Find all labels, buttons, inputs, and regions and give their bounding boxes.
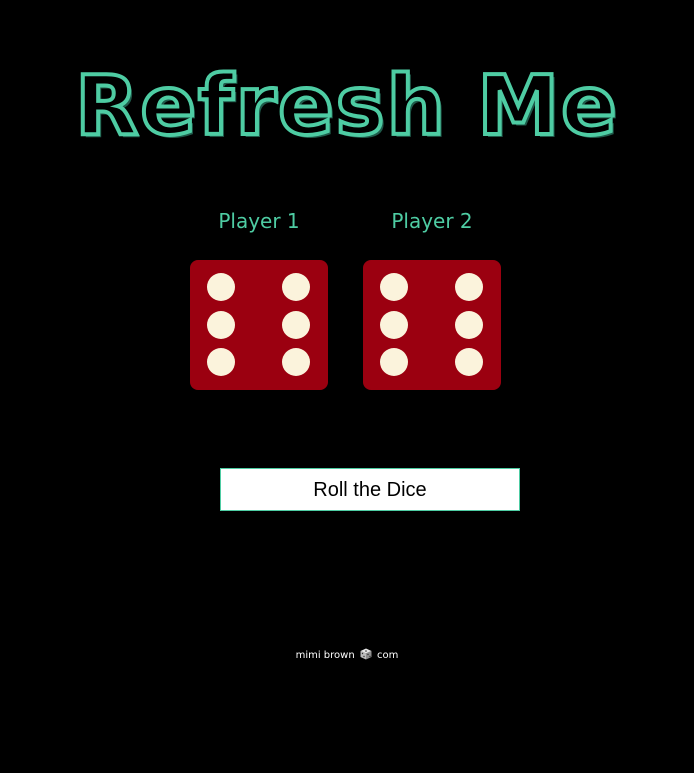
- footer-credit[interactable]: mimi brown com: [0, 648, 694, 664]
- roll-dice-button[interactable]: Roll the Dice: [220, 468, 520, 511]
- die-pip: [207, 273, 235, 301]
- player-1-die-icon: [190, 260, 328, 390]
- die-pip: [380, 348, 408, 376]
- die-pip: [455, 311, 483, 339]
- player-2-label: Player 2: [391, 209, 473, 233]
- player-2-die-icon: [363, 260, 501, 390]
- die-pip: [282, 273, 310, 301]
- die-pip: [282, 311, 310, 339]
- dice-icon: [360, 648, 372, 660]
- player-1-label: Player 1: [218, 209, 300, 233]
- die-pip: [455, 348, 483, 376]
- footer-name: mimi brown: [295, 650, 355, 661]
- die-pip: [455, 273, 483, 301]
- die-pip: [380, 273, 408, 301]
- page: Refresh Me Player 1 Player 2 Roll the Di…: [0, 0, 694, 773]
- die-pip: [282, 348, 310, 376]
- footer-domain: com: [377, 650, 399, 661]
- die-pip: [380, 311, 408, 339]
- page-title: Refresh Me: [73, 57, 619, 156]
- die-pip: [207, 348, 235, 376]
- die-pip: [207, 311, 235, 339]
